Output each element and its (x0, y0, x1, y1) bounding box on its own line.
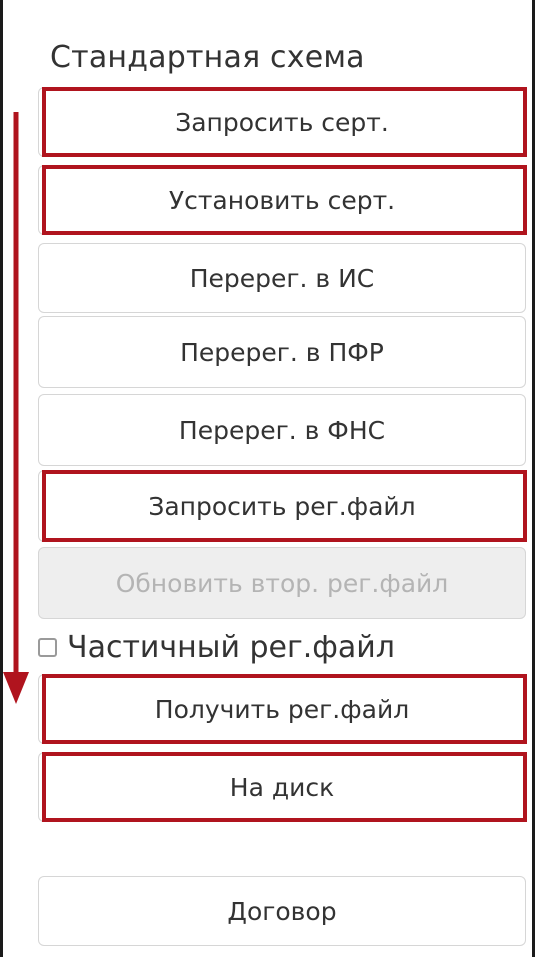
scheme-heading: Стандартная схема (50, 40, 365, 75)
partial-regfile-checkbox[interactable] (38, 637, 57, 657)
registration-panel: Стандартная схема Запросить серт. Устано… (0, 0, 535, 957)
flow-arrow-head (3, 672, 29, 704)
install-cert-button[interactable]: Установить серт. (38, 165, 526, 235)
to-disk-button[interactable]: На диск (38, 752, 526, 822)
panel-left-border (0, 0, 3, 957)
request-cert-button[interactable]: Запросить серт. (38, 87, 526, 157)
rereg-is-button[interactable]: Перерег. в ИС (38, 243, 526, 313)
partial-regfile-option[interactable]: Частичный рег.файл (38, 624, 395, 670)
rereg-fns-button[interactable]: Перерег. в ФНС (38, 394, 526, 466)
update-second-regfile-button: Обновить втор. рег.файл (38, 547, 526, 619)
request-regfile-button[interactable]: Запросить рег.файл (38, 470, 526, 542)
contract-button[interactable]: Договор (38, 876, 526, 946)
partial-regfile-label: Частичный рег.файл (67, 629, 395, 665)
rereg-pfr-button[interactable]: Перерег. в ПФР (38, 316, 526, 388)
get-regfile-button[interactable]: Получить рег.файл (38, 674, 526, 744)
